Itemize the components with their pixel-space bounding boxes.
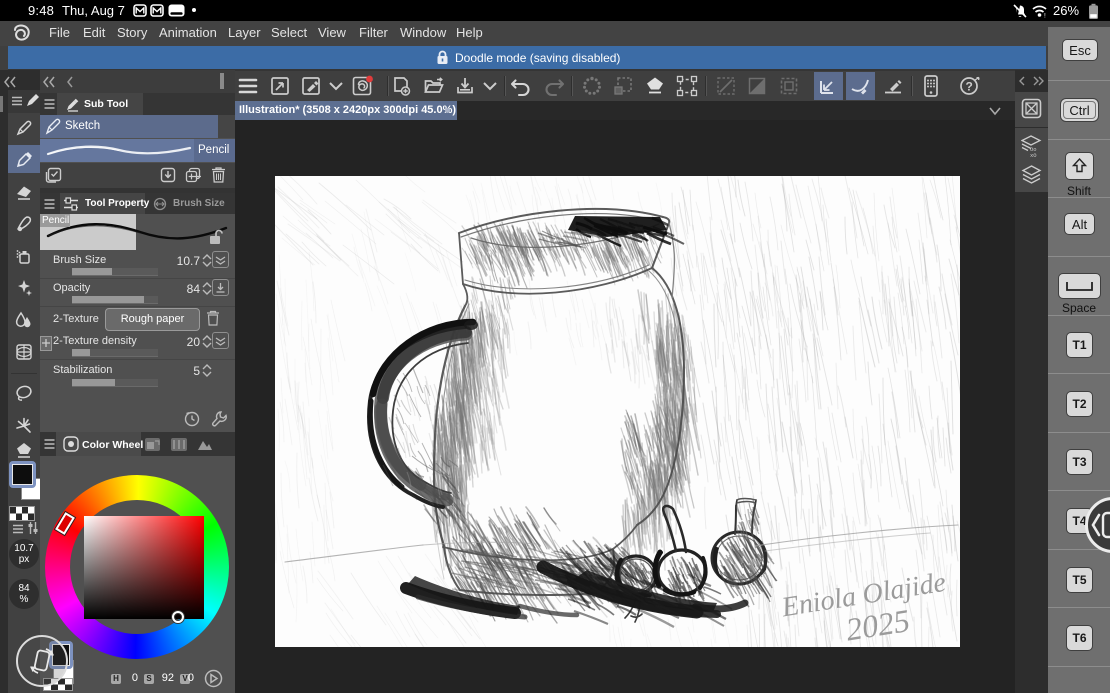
svg-text:!: !	[1044, 13, 1046, 19]
svg-text:xO: xO	[1030, 152, 1037, 158]
svg-text:?: ?	[966, 80, 973, 94]
